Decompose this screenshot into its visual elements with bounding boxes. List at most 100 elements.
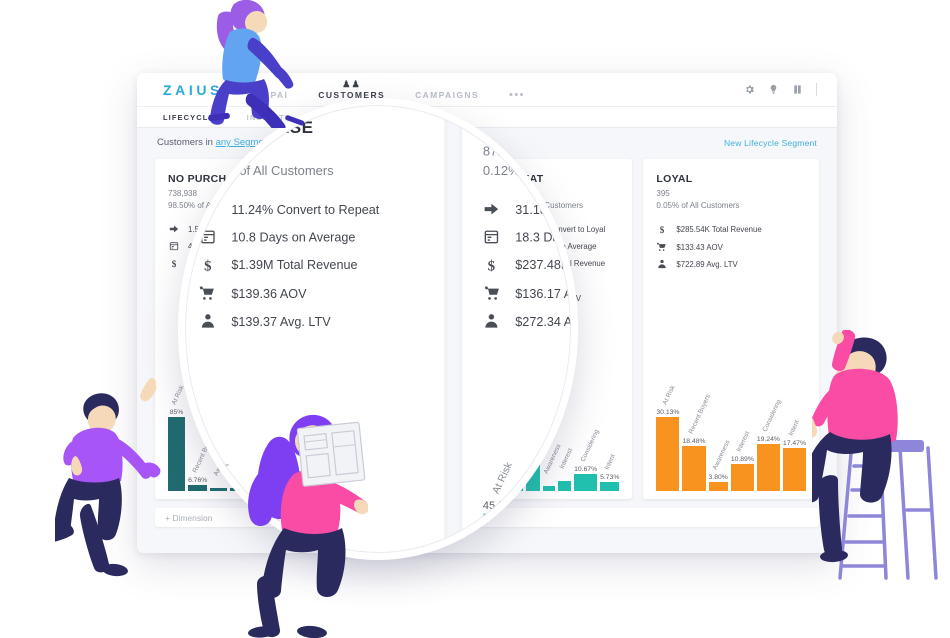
illustration-person-climbing-top: [208, 0, 305, 128]
card-stats: 31.18% Convert to Loyal 18.3 Days on Aver…: [483, 201, 571, 329]
nav-item-campaigns[interactable]: CAMPAIGNS: [415, 90, 479, 106]
bar-category-label: Interest: [735, 430, 752, 454]
card-percent-of-all: 0.05% of All Customers: [656, 201, 740, 210]
bar-column[interactable]: Interest: [567, 434, 571, 553]
card-stat-text: $139.36 AOV: [231, 286, 307, 301]
bar[interactable]: [600, 481, 620, 491]
lifecycle-card-repeat[interactable]: REPEAT 872 0.12% of All Customers 31.18% Co…: [461, 105, 571, 553]
bar-category-label: Awareness: [711, 438, 732, 471]
bar[interactable]: [708, 481, 728, 491]
card-stat-row: 18.3 Days on Average: [483, 229, 571, 245]
bar-column[interactable]: Intent 5.73%: [600, 368, 620, 491]
bar-column[interactable]: At Risk 45.53%: [482, 434, 521, 553]
card-bar-chart: At Risk 45.53% Recent Buyers19%Awareness In…: [482, 434, 571, 553]
bar-column[interactable]: Intent1.94%: [392, 434, 423, 553]
bar-column[interactable]: Recent Buyers 18.48%: [682, 368, 712, 491]
card-stat-row: $139.36 AOV: [199, 285, 423, 301]
bar-column[interactable]: Interest 10.89%: [730, 368, 754, 491]
bar-value-label: 5.73%: [600, 473, 620, 481]
card-stat-row: $722.89 Avg. LTV: [656, 259, 806, 269]
card-stat-row: $139.37 Avg. LTV: [199, 313, 423, 329]
bar-category-label: Considering: [762, 398, 784, 433]
card-stat-text: 10.8 Days on Average: [231, 229, 356, 244]
bar-value-label: 18.48%: [682, 437, 706, 445]
card-stat-row: $272.34 Avg. LTV: [483, 313, 571, 329]
bar-value-label: 17.47%: [782, 440, 806, 448]
new-lifecycle-segment-link[interactable]: New Lifecycle Segment: [724, 138, 817, 148]
person-icon: [199, 313, 217, 329]
card-count: 872: [482, 144, 505, 159]
bar-category-label: At Risk: [661, 384, 677, 406]
bar[interactable]: [682, 445, 706, 491]
card-bar-chart: At Risk 30.13% Recent Buyers 18.48% Awarenes…: [656, 368, 806, 493]
bar[interactable]: [656, 417, 680, 491]
card-stat-row: $ $285.54K Total Revenue: [656, 224, 806, 235]
card-stat-text: $136.17 AOV: [515, 286, 571, 301]
bar-category-label: Intent: [788, 419, 802, 438]
dollar-icon: $: [483, 256, 501, 274]
card-stat-text: $272.34 Avg. LTV: [515, 313, 571, 329]
bar-value-label: 30.13%: [656, 409, 680, 416]
bar-category-label: Considering: [579, 428, 601, 463]
svg-text:$: $: [660, 225, 665, 235]
bar-column[interactable]: At Risk 60.85%: [198, 434, 237, 553]
arrow-icon: [199, 201, 217, 217]
bar-category-label: Intent: [603, 452, 617, 471]
bar[interactable]: [198, 513, 237, 553]
card-stat-text: $722.89 Avg. LTV: [676, 259, 738, 269]
lightbulb-icon[interactable]: [768, 84, 779, 95]
bar[interactable]: [482, 513, 521, 553]
gear-icon[interactable]: [744, 84, 755, 95]
person-icon: [656, 259, 667, 269]
card-stat-row: $ $237.48K Total Revenue: [483, 256, 571, 274]
card-stat-text: $1.39M Total Revenue: [231, 257, 358, 273]
bar-column[interactable]: At Risk 30.13%: [656, 368, 680, 491]
nav-item-customers[interactable]: ♟♟ CUSTOMERS: [318, 80, 385, 106]
cart-icon: [656, 242, 667, 252]
bar-column[interactable]: Recent Buyers19%: [525, 434, 565, 553]
card-stat-row: $136.17 AOV: [483, 285, 571, 301]
card-stat-row: $ $1.39M Total Revenue: [199, 256, 423, 274]
svg-text:$: $: [488, 258, 495, 274]
bar[interactable]: [574, 473, 598, 491]
bar[interactable]: [730, 464, 754, 491]
bar-value-label: 10.89%: [730, 456, 754, 464]
illustration-person-on-ladder: [812, 330, 938, 580]
bar-column[interactable]: Considering 10.67%: [574, 368, 601, 491]
card-percent-of-all: 1.33% of All Customers: [198, 163, 334, 179]
bar[interactable]: [756, 443, 780, 491]
card-stat-text: $237.48K Total Revenue: [515, 257, 571, 273]
card-stats: 11.24% Convert to Repeat 10.8 Days on Ave…: [199, 201, 423, 329]
card-stat-text: 18.3 Days on Average: [515, 229, 571, 244]
bar-category-label: At Risk: [491, 460, 516, 496]
people-icon: ♟♟: [342, 79, 362, 89]
card-stat-row: 31.18% Convert to Loyal: [483, 201, 571, 217]
header-actions: [744, 83, 825, 96]
nav-item-label: CAMPAIGNS: [415, 90, 479, 100]
calendar-icon: [199, 229, 217, 245]
card-percent-of-all: 0.12% of All Customers: [482, 163, 571, 179]
bar-value-label: 10.67%: [574, 465, 598, 473]
bar-value-label: 60.85%: [198, 500, 237, 513]
book-icon[interactable]: [792, 84, 803, 95]
card-stat-text: $139.37 Avg. LTV: [231, 313, 331, 329]
card-stat-row: 10.8 Days on Average: [199, 229, 423, 245]
bar-value-label: 45.53%: [482, 500, 521, 513]
bar-value-label: 3.80%: [708, 473, 728, 481]
arrow-icon: [483, 201, 501, 217]
bar[interactable]: [782, 448, 806, 491]
card-stat-text: 31.18% Convert to Loyal: [515, 201, 571, 217]
bar-value-label: 19.24%: [756, 435, 780, 443]
bar-column[interactable]: Intent 17.47%: [782, 368, 806, 491]
illustration-person-pointing-left: [55, 378, 161, 577]
card-count: 10,008: [198, 144, 239, 159]
bar-column[interactable]: Awareness 3.80%: [708, 368, 732, 491]
bar-column[interactable]: Awareness: [552, 434, 562, 553]
cart-icon: [483, 285, 501, 301]
dollar-icon: $: [199, 256, 217, 274]
bar-column[interactable]: Considering 19.24%: [756, 368, 784, 491]
card-count: 395: [656, 189, 670, 198]
lifecycle-card-loyal[interactable]: LOYAL 395 0.05% of All Customers $ $285.54K …: [643, 159, 819, 499]
nav-more-button[interactable]: •••: [509, 89, 525, 106]
card-stat-text: $285.54K Total Revenue: [676, 225, 762, 234]
